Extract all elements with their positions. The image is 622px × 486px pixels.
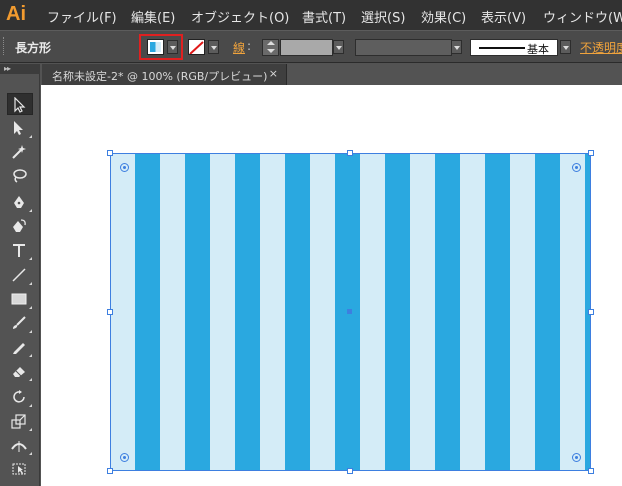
none-swatch-icon xyxy=(189,41,204,54)
type-tool-icon xyxy=(13,244,25,257)
corner-radius-widget-icon[interactable] xyxy=(572,163,581,172)
tools-panel-header[interactable]: ▸▸ xyxy=(0,64,40,74)
pen-tool[interactable] xyxy=(7,191,33,213)
rotate-tool[interactable] xyxy=(7,386,33,408)
menu-object[interactable]: オブジェクト(O) xyxy=(191,7,289,26)
line-segment-tool[interactable] xyxy=(7,264,33,286)
menu-bar: Ai ファイル(F) 編集(E) オブジェクト(O) 書式(T) 選択(S) 効… xyxy=(0,0,622,30)
resize-handle-bottom-right[interactable] xyxy=(588,468,594,474)
brush-label: 基本 xyxy=(527,43,549,56)
free-transform-tool[interactable] xyxy=(7,458,33,480)
control-bar: 長方形 線 : 基本 不透明度 xyxy=(0,30,622,63)
resize-handle-left[interactable] xyxy=(107,309,113,315)
magic-wand-tool-icon xyxy=(12,145,26,159)
eraser-tool-icon xyxy=(13,367,25,377)
curvature-tool-icon xyxy=(13,219,26,232)
variable-width-dropdown[interactable] xyxy=(451,40,462,54)
opacity-label[interactable]: 不透明度 xyxy=(580,39,622,56)
selection-tool-icon xyxy=(14,97,26,113)
menu-select[interactable]: 選択(S) xyxy=(361,7,405,26)
stroke-weight-stepper[interactable] xyxy=(262,39,279,56)
direct-selection-tool-icon xyxy=(14,121,23,135)
document-tab[interactable]: 名称未設定-2* @ 100% (RGB/プレビュー) × xyxy=(42,64,287,85)
width-tool-icon xyxy=(11,441,27,452)
lasso-tool-icon xyxy=(13,169,27,183)
width-tool[interactable] xyxy=(7,434,33,456)
resize-handle-top-left[interactable] xyxy=(107,150,113,156)
collapse-icon[interactable]: ▸▸ xyxy=(4,64,11,73)
menu-edit[interactable]: 編集(E) xyxy=(131,7,175,26)
fill-swatch[interactable] xyxy=(147,39,164,55)
free-transform-tool-icon xyxy=(12,463,26,475)
pencil-tool-icon xyxy=(13,343,25,354)
resize-handle-bottom[interactable] xyxy=(347,468,353,474)
line-segment-tool-icon xyxy=(12,268,26,282)
direct-selection-tool[interactable] xyxy=(7,117,33,139)
fill-dropdown-button[interactable] xyxy=(167,40,178,54)
resize-handle-top[interactable] xyxy=(347,150,353,156)
resize-handle-bottom-left[interactable] xyxy=(107,468,113,474)
paintbrush-tool-icon xyxy=(13,316,26,329)
brush-stroke-preview xyxy=(479,47,525,49)
corner-radius-widget-icon[interactable] xyxy=(572,453,581,462)
menu-effect[interactable]: 効果(C) xyxy=(421,7,466,26)
type-tool[interactable] xyxy=(7,239,33,261)
pen-tool-icon xyxy=(14,196,24,208)
stroke-colon: : xyxy=(247,39,252,53)
resize-handle-right[interactable] xyxy=(588,309,594,315)
pencil-tool[interactable] xyxy=(7,336,33,358)
rectangle-tool-icon xyxy=(11,293,27,305)
brush-dropdown[interactable] xyxy=(560,40,571,54)
lasso-tool[interactable] xyxy=(7,165,33,187)
stroke-label[interactable]: 線 xyxy=(233,39,245,56)
menu-view[interactable]: 表示(V) xyxy=(481,7,526,26)
stroke-weight-dropdown[interactable] xyxy=(333,40,344,54)
center-point-marker xyxy=(347,309,352,314)
rotate-tool-icon xyxy=(13,390,25,403)
curvature-tool[interactable] xyxy=(7,215,33,237)
paintbrush-tool[interactable] xyxy=(7,312,33,334)
pattern-swatch-icon xyxy=(150,42,161,52)
close-icon[interactable]: × xyxy=(269,67,278,80)
menu-type[interactable]: 書式(T) xyxy=(302,7,346,26)
rectangle-tool[interactable] xyxy=(7,288,33,310)
stroke-swatch[interactable] xyxy=(188,39,205,55)
object-type-label: 長方形 xyxy=(15,41,52,55)
document-tab-label: 名称未設定-2* @ 100% (RGB/プレビュー) xyxy=(52,70,268,83)
corner-radius-widget-icon[interactable] xyxy=(120,163,129,172)
scale-tool[interactable] xyxy=(7,410,33,432)
artboard-canvas[interactable] xyxy=(41,85,622,486)
variable-width-profile-field[interactable] xyxy=(355,39,452,56)
app-logo: Ai xyxy=(6,3,26,25)
magic-wand-tool[interactable] xyxy=(7,141,33,163)
scale-tool-icon xyxy=(11,414,26,429)
eraser-tool[interactable] xyxy=(7,360,33,382)
menu-window[interactable]: ウィンドウ(W) xyxy=(543,7,622,26)
resize-handle-top-right[interactable] xyxy=(588,150,594,156)
selection-tool[interactable] xyxy=(7,93,33,115)
tools-panel: ▸▸ xyxy=(0,64,40,486)
corner-radius-widget-icon[interactable] xyxy=(120,453,129,462)
menu-file[interactable]: ファイル(F) xyxy=(47,7,117,26)
brush-definition-field[interactable]: 基本 xyxy=(470,39,558,56)
panel-grip[interactable] xyxy=(3,37,7,55)
stroke-weight-field[interactable] xyxy=(280,39,333,56)
stroke-dropdown-button[interactable] xyxy=(208,40,219,54)
